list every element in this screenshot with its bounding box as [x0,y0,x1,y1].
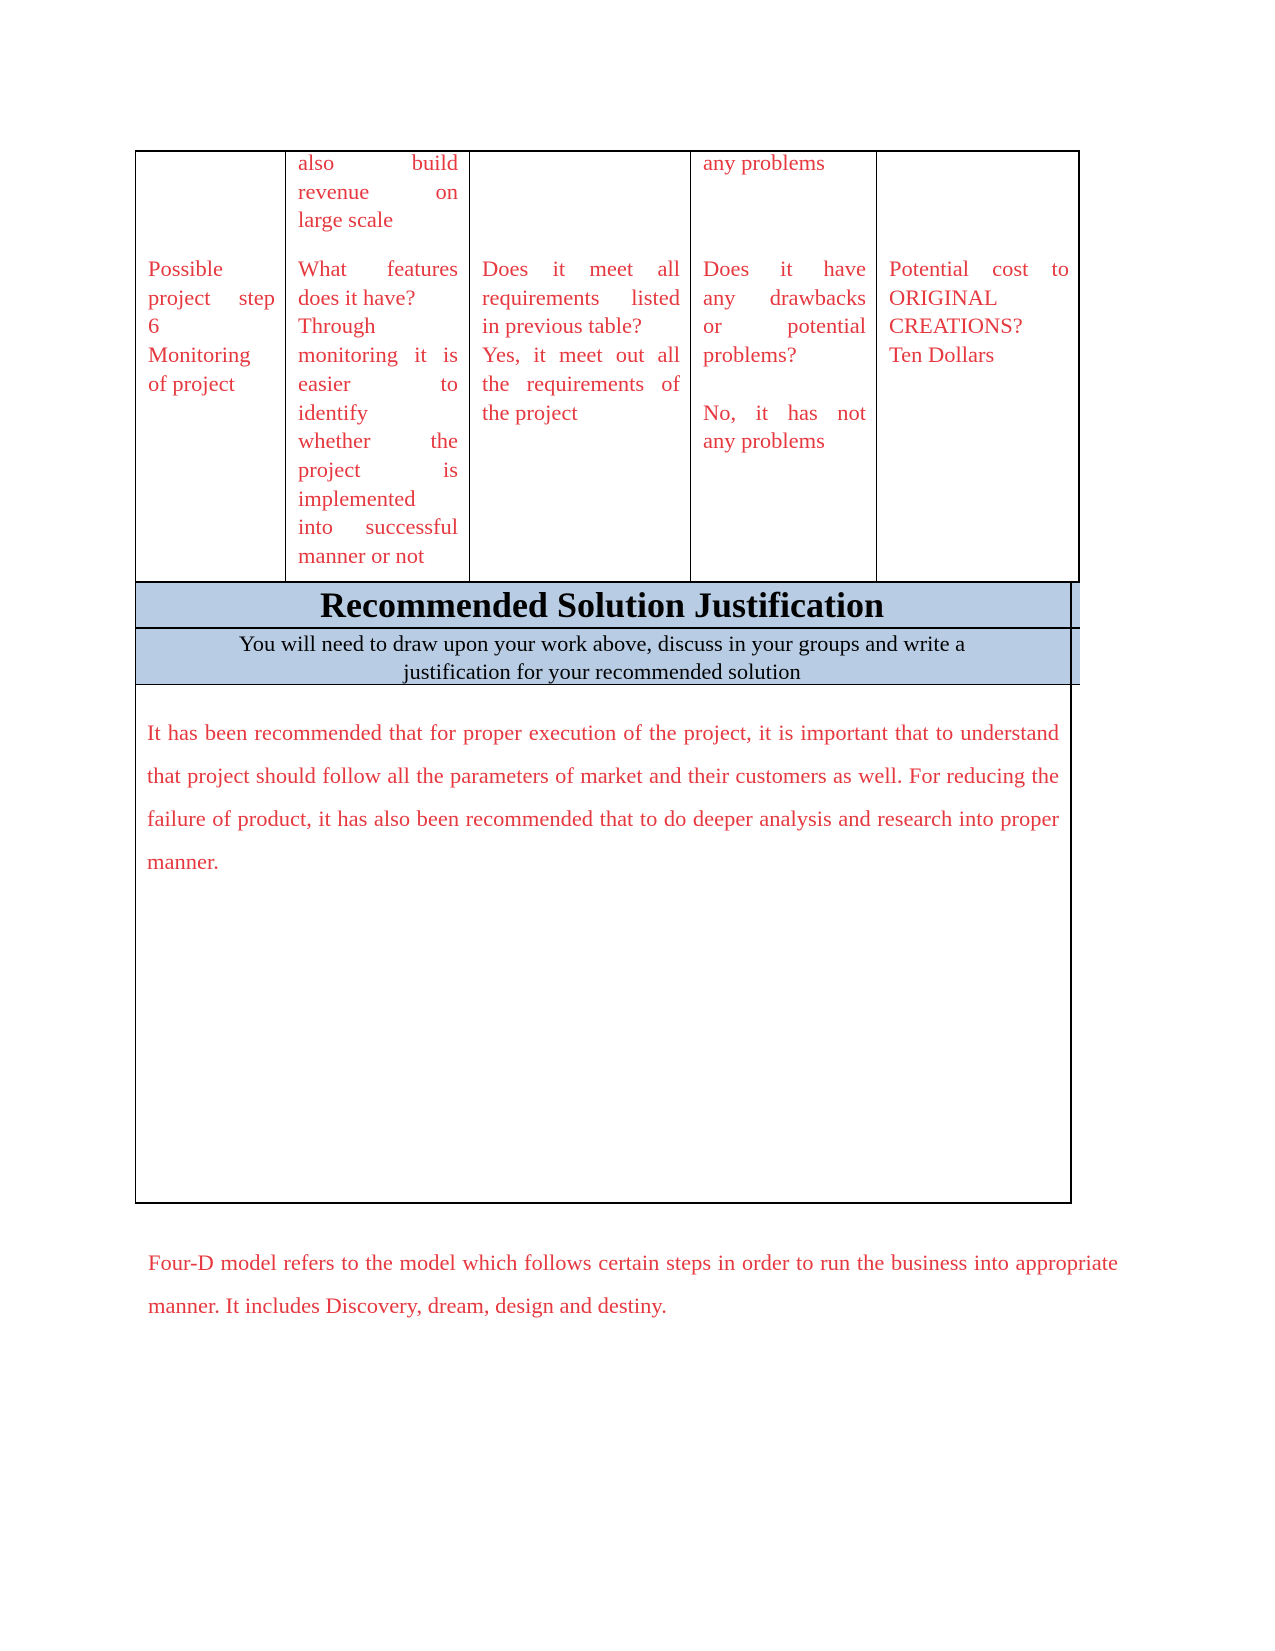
cost-text: Potential cost to ORIGINAL CREATIONS? Te… [889,255,1069,370]
section-title: Recommended Solution Justification [319,585,884,625]
text-line: requirements listed [482,284,680,310]
text-line: also build [298,150,458,175]
text-line: Does it have [703,256,866,281]
text-line: Yes, it meet out all [482,342,680,368]
text-line: 6 [148,313,160,339]
text-line: No, it has not [703,399,866,425]
project-step-table: Possible project step 6 Monitoring of pr… [135,150,1080,581]
text-line: does it have? [298,284,416,310]
text-line: What features [298,256,458,281]
text-line: project step [148,284,275,310]
text-line: any problems [703,428,825,454]
text-line: any drawbacks [703,284,866,310]
text-line: implemented [298,485,416,511]
section-header: Recommended Solution Justification [135,581,1080,627]
cell-requirements: Does it meet all requirements listed in … [470,152,691,581]
justification-text: It has been recommended that for proper … [147,720,1059,874]
text-line: Possible [148,256,224,281]
text-line: into successful [298,514,458,540]
cell-drawbacks: any problems Does it have any drawbacks … [691,149,877,581]
text-line: identify [298,399,368,425]
text-line: any problems [703,150,825,175]
cell-features: also build revenue on large scale What f… [286,149,470,581]
text-line: whether the [298,428,458,454]
text-line: easier to [298,370,458,396]
text-line: manner or not [298,543,425,569]
features-text: What features does it have? Through moni… [298,255,458,571]
text-line: Through [298,313,376,339]
text-line: ORIGINAL [889,284,998,310]
text-line: monitoring it is [298,342,458,368]
drawbacks-text: Does it have any drawbacks or potential … [703,255,866,456]
section-instruction-band: You will need to draw upon your work abo… [135,627,1080,685]
text-line: You will need to draw upon your work abo… [238,631,966,656]
text-line: Monitoring [148,342,251,368]
justification-box: It has been recommended that for proper … [135,685,1071,1204]
text-line [703,370,866,399]
text-line: revenue on [298,178,458,204]
text-line: problems? [703,342,797,368]
text-line: the requirements of [482,370,680,396]
section-instruction: You will need to draw upon your work abo… [136,630,1068,686]
four-d-model-paragraph: Four-D model refers to the model which f… [148,1250,1118,1318]
text-line: large scale [298,207,394,233]
text-line: of project [148,370,235,396]
cell-project-step: Possible project step 6 Monitoring of pr… [136,152,286,581]
text-line: Potential cost to [889,256,1069,281]
text-line: Ten Dollars [889,342,995,368]
text-line: project is [298,456,458,482]
text-line: CREATIONS? [889,313,1023,339]
text-line: in previous table? [482,313,642,339]
requirements-text: Does it meet all requirements listed in … [482,255,680,427]
drawbacks-continued-text: any problems [703,149,866,178]
text-line: Does it meet all [482,256,680,281]
text-line: justification for your recommended solut… [403,659,801,684]
text-line: or potential [703,313,866,339]
text-line: the project [482,399,578,425]
document-page: Possible project step 6 Monitoring of pr… [0,0,1275,1651]
cell-cost: Potential cost to ORIGINAL CREATIONS? Te… [877,152,1079,581]
project-step-text: Possible project step 6 Monitoring of pr… [148,255,275,399]
features-continued-text: also build revenue on large scale [298,149,458,235]
